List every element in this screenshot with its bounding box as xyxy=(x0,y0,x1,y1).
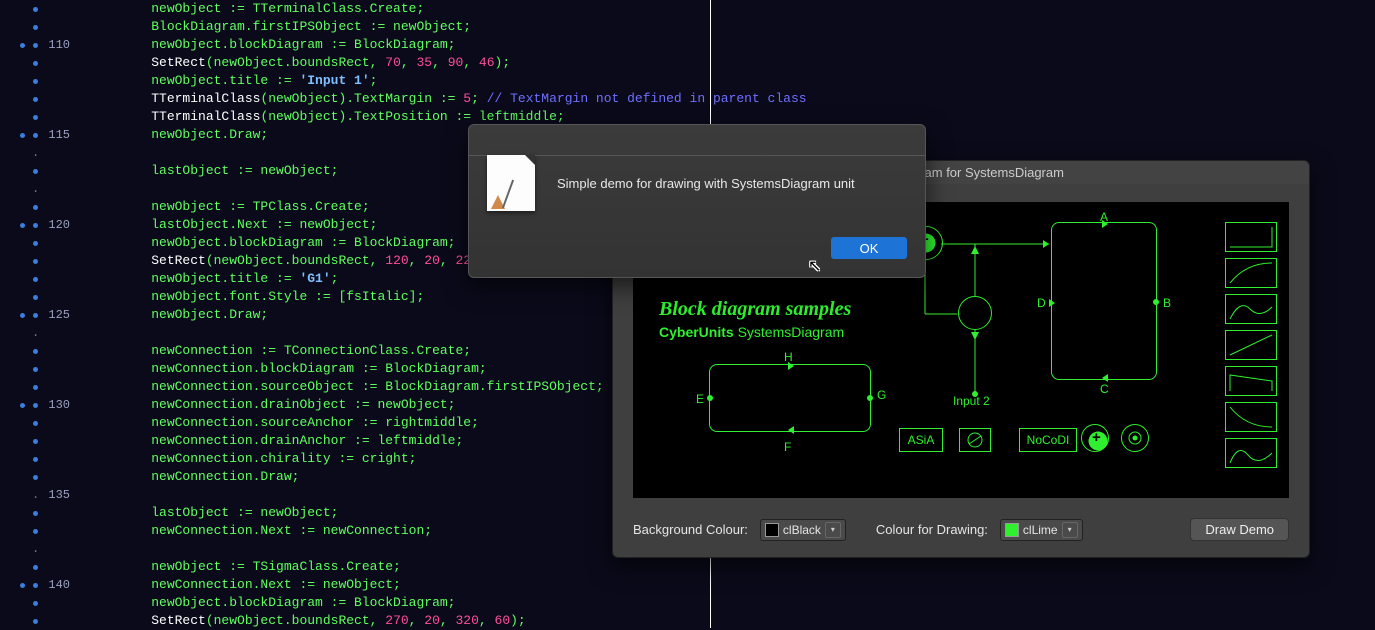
button-nocodi[interactable]: NoCoDI xyxy=(1019,428,1077,452)
bg-colour-value: clBlack xyxy=(783,523,821,537)
label-d: D xyxy=(1037,296,1046,310)
draw-demo-button[interactable]: Draw Demo xyxy=(1190,518,1289,541)
label-e: E xyxy=(696,392,704,406)
controls-row: Background Colour: clBlack ▾ Colour for … xyxy=(613,510,1309,557)
draw-demo-label: Draw Demo xyxy=(1205,522,1274,537)
label-h: H xyxy=(784,350,793,364)
code-editor[interactable]: 110115..120125.130.135.140 newObject := … xyxy=(0,0,711,628)
button-circle-1[interactable] xyxy=(959,428,991,452)
label-f: F xyxy=(784,440,791,454)
plot-thumb-2[interactable] xyxy=(1225,258,1277,288)
button-asia[interactable]: ASiA xyxy=(899,428,943,452)
swatch-black xyxy=(765,523,779,537)
draw-colour-value: clLime xyxy=(1023,523,1058,537)
diagram-subtitle-bold: CyberUnits xyxy=(659,324,734,340)
dialog-message: Simple demo for drawing with SystemsDiag… xyxy=(557,176,855,191)
app-icon xyxy=(487,155,535,211)
pi-icon[interactable] xyxy=(1121,424,1149,452)
button-nocodi-label: NoCoDI xyxy=(1027,433,1070,447)
label-g: G xyxy=(877,388,886,402)
button-asia-label: ASiA xyxy=(908,433,935,447)
plot-thumb-3[interactable] xyxy=(1225,294,1277,324)
block-abcd xyxy=(1051,222,1157,380)
plot-thumb-6[interactable] xyxy=(1225,402,1277,432)
plot-thumb-1[interactable] xyxy=(1225,222,1277,252)
code-line[interactable]: SetRect(newObject.boundsRect, 70, 35, 90… xyxy=(120,54,710,72)
chevron-down-icon: ▾ xyxy=(825,522,841,538)
code-line[interactable]: SetRect(newObject.boundsRect, 270, 20, 3… xyxy=(120,612,710,630)
plot-thumb-7[interactable] xyxy=(1225,438,1277,468)
label-c: C xyxy=(1100,382,1109,396)
message-dialog[interactable]: Simple demo for drawing with SystemsDiag… xyxy=(468,124,926,278)
ok-label: OK xyxy=(860,241,879,256)
plot-thumb-5[interactable] xyxy=(1225,366,1277,396)
label-input2: Input 2 xyxy=(953,394,990,408)
chevron-down-icon: ▾ xyxy=(1062,522,1078,538)
code-line[interactable]: newObject := TSigmaClass.Create; xyxy=(120,558,710,576)
ok-button[interactable]: OK xyxy=(831,237,907,259)
draw-colour-label: Colour for Drawing: xyxy=(876,522,988,537)
diagram-subtitle: CyberUnits SystemsDiagram xyxy=(659,324,844,340)
diagram-subtitle-rest: SystemsDiagram xyxy=(734,324,844,340)
code-line[interactable]: newObject.title := 'Input 1'; xyxy=(120,72,710,90)
label-b: B xyxy=(1163,296,1171,310)
code-line[interactable]: newObject := TTerminalClass.Create; xyxy=(120,0,710,18)
code-line[interactable]: newConnection.Next := newObject; xyxy=(120,576,710,594)
swatch-lime xyxy=(1005,523,1019,537)
bg-colour-select[interactable]: clBlack ▾ xyxy=(760,519,846,541)
label-a: A xyxy=(1100,210,1108,224)
code-line[interactable]: BlockDiagram.firstIPSObject := newObject… xyxy=(120,18,710,36)
code-line[interactable]: TTerminalClass(newObject).TextMargin := … xyxy=(120,90,710,108)
code-line[interactable]: newObject.blockDiagram := BlockDiagram; xyxy=(120,36,710,54)
block-efgh xyxy=(709,364,871,432)
draw-colour-select[interactable]: clLime ▾ xyxy=(1000,519,1083,541)
sigma-icon[interactable] xyxy=(1081,424,1109,452)
gutter: 110115..120125.130.135.140 xyxy=(0,0,70,628)
diagram-title: Block diagram samples xyxy=(659,298,851,321)
code-line[interactable]: newObject.blockDiagram := BlockDiagram; xyxy=(120,594,710,612)
bg-colour-label: Background Colour: xyxy=(633,522,748,537)
plot-thumb-4[interactable] xyxy=(1225,330,1277,360)
